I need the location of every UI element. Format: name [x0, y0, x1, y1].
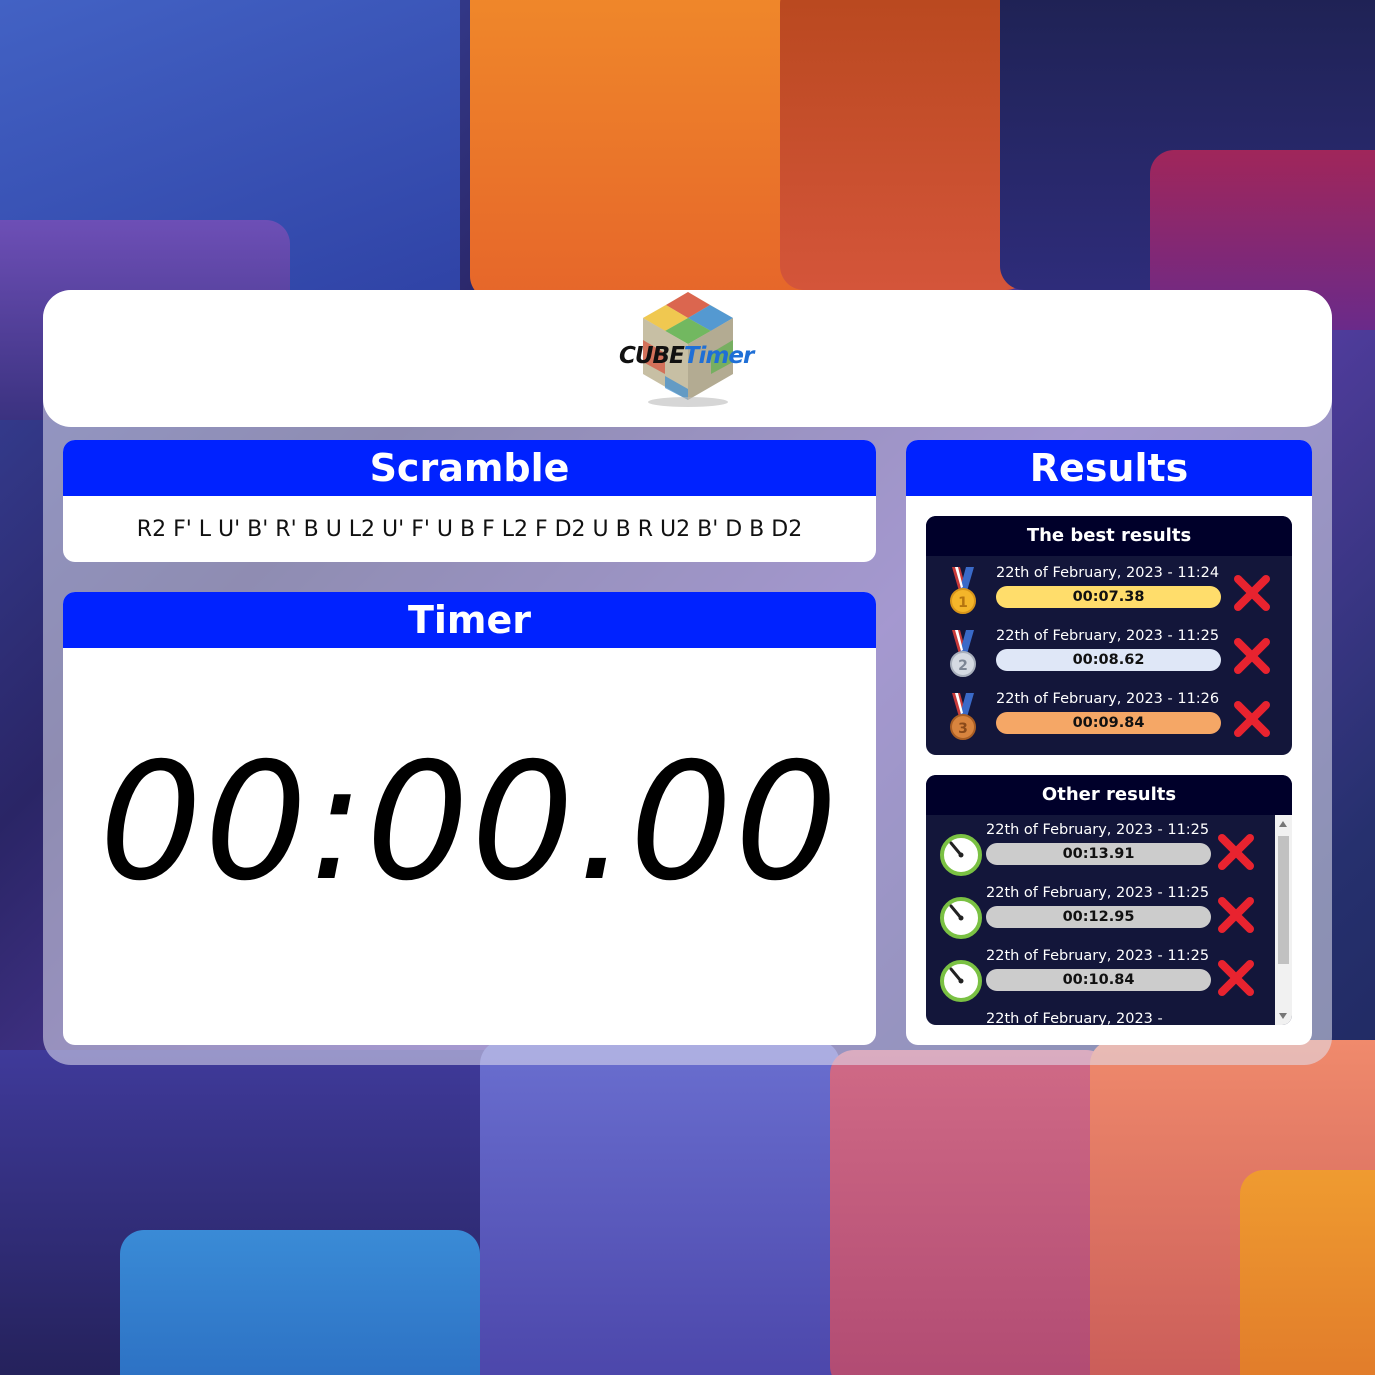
results-title: Results [906, 440, 1312, 496]
other-results-title: Other results [926, 775, 1292, 815]
svg-text:3: 3 [958, 721, 968, 737]
timer-title: Timer [63, 592, 876, 648]
scroll-thumb[interactable] [1278, 836, 1289, 964]
logo-text-timer: Timer [683, 343, 754, 369]
result-date: 22th of February, 2023 - 11:25 [986, 822, 1210, 838]
results-panel: Results The best results 1 22th of Febru… [906, 440, 1312, 1045]
logo-text-cube: CUBE [619, 343, 685, 369]
scroll-down-arrow-icon[interactable] [1279, 1013, 1287, 1019]
delete-result-icon[interactable] [1232, 636, 1272, 676]
result-time: 00:07.38 [996, 586, 1221, 608]
header: CUBETimer [43, 290, 1332, 427]
best-result-row: 2 22th of February, 2023 - 11:25 00:08.6… [926, 626, 1292, 686]
logo-text: CUBETimer [619, 343, 754, 369]
result-date: 22th of February, 2023 - 11:25 [986, 885, 1210, 901]
result-time: 00:10.84 [986, 969, 1211, 991]
timer-display[interactable]: 00:00.00 [63, 742, 876, 904]
main-container: CUBETimer Scramble R2 F' L U' B' R' B U … [43, 290, 1332, 1065]
best-result-row: 1 22th of February, 2023 - 11:24 00:07.3… [926, 563, 1292, 623]
delete-result-icon[interactable] [1232, 573, 1272, 613]
silver-medal-icon: 2 [950, 630, 976, 677]
best-result-row: 3 22th of February, 2023 - 11:26 00:09.8… [926, 689, 1292, 749]
scroll-up-arrow-icon[interactable] [1279, 821, 1287, 827]
best-results-box: The best results 1 22th of February, 202… [926, 516, 1292, 755]
svg-text:2: 2 [958, 658, 968, 674]
gold-medal-icon: 1 [950, 567, 976, 614]
other-result-row: 22th of February, 2023 - [926, 1011, 1275, 1025]
result-time: 00:12.95 [986, 906, 1211, 928]
delete-result-icon[interactable] [1216, 895, 1256, 935]
scramble-sequence: R2 F' L U' B' R' B U L2 U' F' U B F L2 F… [136, 517, 803, 542]
stopwatch-icon [940, 897, 982, 939]
other-results-scrollbar[interactable] [1275, 815, 1292, 1025]
cube-timer-logo: CUBETimer [613, 290, 763, 410]
result-date: 22th of February, 2023 - 11:25 [996, 628, 1220, 644]
bronze-medal-icon: 3 [950, 693, 976, 740]
other-result-row: 22th of February, 2023 - 11:25 00:13.91 [926, 822, 1275, 882]
result-time: 00:08.62 [996, 649, 1221, 671]
scramble-panel: Scramble R2 F' L U' B' R' B U L2 U' F' U… [63, 440, 876, 562]
timer-panel[interactable]: Timer 00:00.00 [63, 592, 876, 1045]
result-date: 22th of February, 2023 - [986, 1011, 1163, 1025]
other-results-box: Other results 22th of February, 2023 - 1… [926, 775, 1292, 1025]
stopwatch-icon [940, 960, 982, 1002]
scramble-title: Scramble [63, 440, 876, 496]
result-date: 22th of February, 2023 - 11:26 [996, 691, 1220, 707]
result-time: 00:09.84 [996, 712, 1221, 734]
svg-text:1: 1 [958, 595, 968, 611]
other-result-row: 22th of February, 2023 - 11:25 00:10.84 [926, 948, 1275, 1008]
delete-result-icon[interactable] [1232, 699, 1272, 739]
delete-result-icon[interactable] [1216, 832, 1256, 872]
other-results-list[interactable]: 22th of February, 2023 - 11:25 00:13.91 … [926, 815, 1275, 1025]
stopwatch-icon [940, 834, 982, 876]
delete-result-icon[interactable] [1216, 958, 1256, 998]
best-results-title: The best results [926, 516, 1292, 556]
result-time: 00:13.91 [986, 843, 1211, 865]
result-date: 22th of February, 2023 - 11:24 [996, 565, 1220, 581]
result-date: 22th of February, 2023 - 11:25 [986, 948, 1210, 964]
other-result-row: 22th of February, 2023 - 11:25 00:12.95 [926, 885, 1275, 945]
